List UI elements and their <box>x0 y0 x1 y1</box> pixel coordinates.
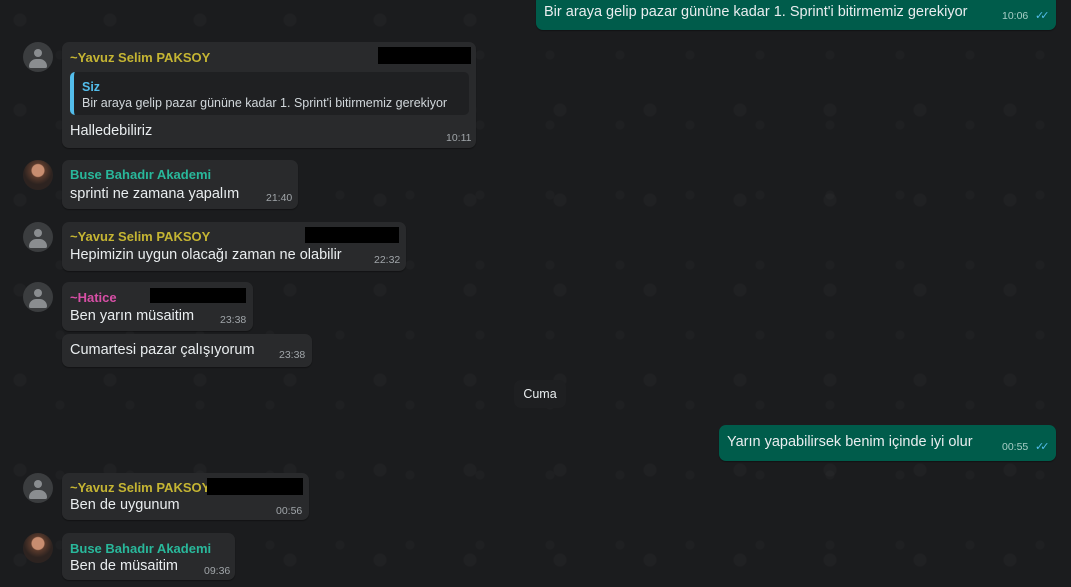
sender-name[interactable]: Buse Bahadır Akademi <box>70 167 211 182</box>
message-text: Ben de müsaitim <box>70 558 178 574</box>
message-time: 00:55 <box>1002 441 1029 453</box>
outgoing-message[interactable]: Bir araya gelip pazar gününe kadar 1. Sp… <box>536 0 1056 30</box>
redacted-phone <box>150 288 246 303</box>
message-time: 10:11 <box>446 132 472 144</box>
avatar[interactable] <box>23 42 53 72</box>
quote-text: Bir araya gelip pazar gününe kadar 1. Sp… <box>82 96 448 110</box>
person-avatar-icon <box>34 229 42 237</box>
date-divider: Cuma <box>514 380 566 408</box>
avatar[interactable] <box>23 282 53 312</box>
avatar[interactable] <box>23 473 53 503</box>
message-time: 23:38 <box>279 349 306 361</box>
message-text: Halledebiliriz <box>70 123 153 139</box>
message-text: Hepimizin uygun olacağı zaman ne olabili… <box>70 247 342 263</box>
person-avatar-icon <box>34 49 42 57</box>
redacted-phone <box>305 227 399 243</box>
message-time: 22:32 <box>374 254 401 266</box>
message-text: Yarın yapabilirsek benim içinde iyi olur <box>727 434 973 450</box>
avatar[interactable] <box>23 222 53 252</box>
redacted-phone <box>207 478 303 495</box>
sender-name[interactable]: ~Hatice <box>70 290 117 305</box>
sender-name[interactable]: ~Yavuz Selim PAKSOY <box>70 480 210 495</box>
message-time: 00:56 <box>276 505 303 517</box>
double-check-icon: ✓✓ <box>1035 10 1050 22</box>
incoming-message[interactable]: ~Yavuz Selim PAKSOY Siz Bir araya gelip … <box>62 42 476 148</box>
message-time: 23:38 <box>220 314 247 326</box>
incoming-message[interactable]: Buse Bahadır Akademi Ben de müsaitim 09:… <box>62 533 235 580</box>
message-text: Bir araya gelip pazar gününe kadar 1. Sp… <box>544 4 968 20</box>
message-text: Ben yarın müsaitim <box>70 308 195 324</box>
outgoing-message[interactable]: Yarın yapabilirsek benim içinde iyi olur… <box>719 425 1056 461</box>
incoming-message[interactable]: ~Yavuz Selim PAKSOY Hepimizin uygun olac… <box>62 222 406 271</box>
sender-name[interactable]: ~Yavuz Selim PAKSOY <box>70 50 210 65</box>
message-text: Cumartesi pazar çalışıyorum <box>70 342 255 358</box>
double-check-icon: ✓✓ <box>1035 441 1050 453</box>
avatar[interactable] <box>23 533 53 563</box>
message-text: Ben de uygunum <box>70 497 180 513</box>
message-time: 21:40 <box>266 192 293 204</box>
person-avatar-icon <box>34 289 42 297</box>
sender-name[interactable]: ~Yavuz Selim PAKSOY <box>70 229 210 244</box>
quote-sender: Siz <box>82 80 101 94</box>
message-time: 10:06 <box>1002 10 1029 22</box>
incoming-message[interactable]: Cumartesi pazar çalışıyorum 23:38 <box>62 334 312 367</box>
message-time: 09:36 <box>204 565 231 577</box>
quoted-message[interactable]: Siz Bir araya gelip pazar gününe kadar 1… <box>70 72 469 115</box>
message-text: sprinti ne zamana yapalım <box>70 186 240 202</box>
incoming-message[interactable]: Buse Bahadır Akademi sprinti ne zamana y… <box>62 160 298 209</box>
person-avatar-icon <box>34 480 42 488</box>
incoming-message[interactable]: ~Hatice Ben yarın müsaitim 23:38 <box>62 282 253 331</box>
redacted-phone <box>378 47 471 64</box>
avatar[interactable] <box>23 160 53 190</box>
sender-name[interactable]: Buse Bahadır Akademi <box>70 541 211 556</box>
incoming-message[interactable]: ~Yavuz Selim PAKSOY Ben de uygunum 00:56 <box>62 473 309 520</box>
